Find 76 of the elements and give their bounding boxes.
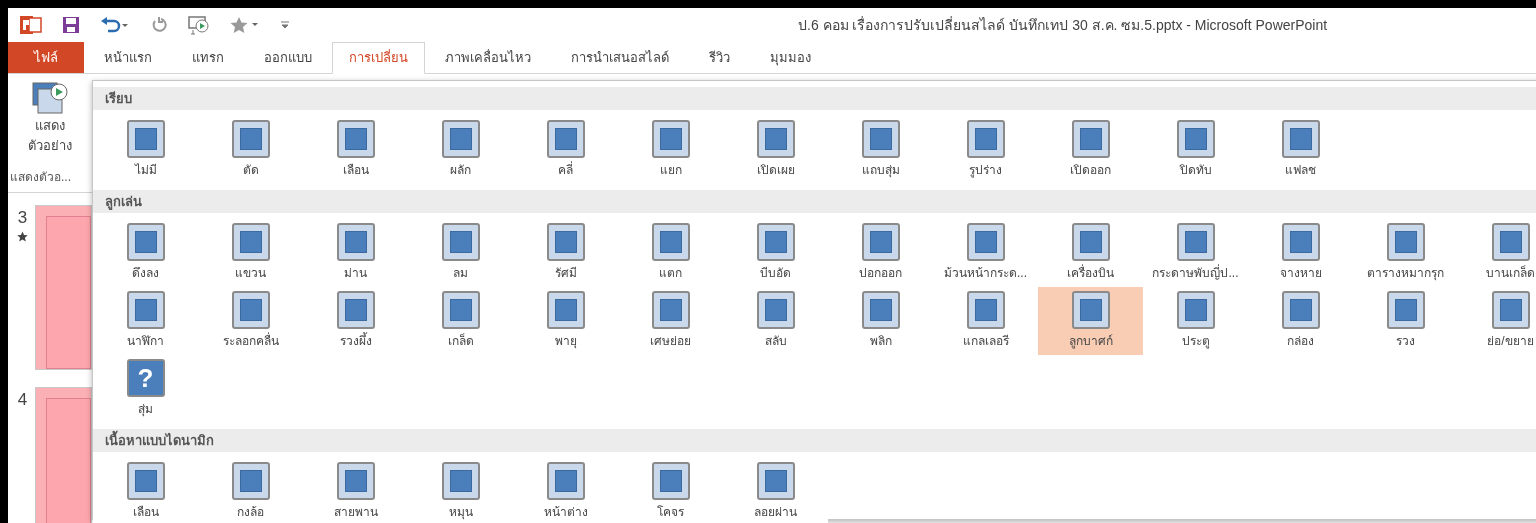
transition-thumbnail-icon (651, 462, 690, 500)
transition-thumbnail-icon (231, 291, 270, 329)
transition-thumbnail-icon (126, 291, 165, 329)
transition-thumbnail-icon (756, 291, 795, 329)
transition-thumbnail-icon (1386, 291, 1425, 329)
customize-menu-icon[interactable] (280, 19, 290, 31)
transition-thumbnail-icon (1071, 223, 1110, 261)
transition-thumbnail-icon (1176, 291, 1215, 329)
ribbon-tab[interactable]: ออกแบบ (244, 42, 332, 73)
transition-option[interactable]: ลูกบาศก์ (1038, 287, 1143, 355)
ribbon-tab[interactable]: การเปลี่ยน (332, 42, 425, 74)
transition-thumbnail-icon (1071, 291, 1110, 329)
slide-number: 4 (17, 389, 28, 411)
transition-thumbnail-icon (231, 120, 270, 158)
transition-thumbnail-icon (336, 462, 375, 500)
transition-thumbnail-icon (441, 462, 480, 500)
save-icon[interactable] (62, 16, 80, 34)
transition-thumbnail-icon (441, 223, 480, 261)
ribbon-tab[interactable]: หน้าแรก (84, 42, 172, 73)
ribbon-tab[interactable]: แทรก (172, 42, 244, 73)
transition-thumbnail-icon (1071, 120, 1110, 158)
transition-thumbnail-icon (1386, 223, 1425, 261)
transition-thumbnail-icon (861, 223, 900, 261)
section-header: เนื้อหาแบบไดนามิก (93, 429, 1536, 452)
question-mark-icon: ? (126, 359, 165, 397)
transition-thumbnail-icon (966, 120, 1005, 158)
transition-thumbnail-icon (126, 462, 165, 500)
transition-thumbnail-icon (336, 291, 375, 329)
ribbon-tab[interactable]: มุมมอง (750, 42, 831, 73)
transition-thumbnail-icon (966, 291, 1005, 329)
transition-thumbnail-icon (546, 120, 585, 158)
slide-thumbnail[interactable] (35, 387, 92, 523)
transition-thumbnail-icon (651, 223, 690, 261)
section-header: เรียบ (93, 87, 1536, 110)
undo-icon[interactable] (100, 16, 130, 34)
transition-thumbnail-icon (441, 120, 480, 158)
transition-thumbnail-icon (231, 462, 270, 500)
transition-thumbnail-icon (756, 120, 795, 158)
slide-number: 3 (17, 207, 28, 229)
transition-thumbnail-icon (1491, 223, 1530, 261)
transition-thumbnail-icon (756, 223, 795, 261)
window-title: ป.6 คอม เรื่องการปรับเปลี่ยนสไลด์ บันทึกเทป 30 ส.ค. ซม.5.pptx - Microsoft PowerPoint (798, 15, 1328, 35)
transition-thumbnail-icon (126, 120, 165, 158)
transition-thumbnail-icon (966, 223, 1005, 261)
transition-thumbnail-icon (756, 462, 795, 500)
transition-thumbnail-icon (1491, 291, 1530, 329)
transition-thumbnail-icon (441, 291, 480, 329)
transition-thumbnail-icon (651, 120, 690, 158)
slide-thumbnail[interactable] (35, 205, 92, 370)
transition-thumbnail-icon (1176, 223, 1215, 261)
ribbon-tab[interactable]: การนำเสนอสไลด์ (551, 42, 689, 73)
section-header: ลูกเล่น (93, 190, 1536, 213)
transition-thumbnail-icon (1281, 120, 1320, 158)
transition-thumbnail-icon (336, 120, 375, 158)
redo-icon[interactable] (150, 16, 168, 34)
star-icon[interactable] (230, 16, 260, 34)
ribbon-tab[interactable]: ภาพเคลื่อนไหว (425, 42, 551, 73)
transition-thumbnail-icon (861, 291, 900, 329)
powerpoint-logo-icon[interactable] (20, 15, 42, 35)
transition-thumbnail-icon (126, 223, 165, 261)
transition-thumbnail-icon (1281, 291, 1320, 329)
transition-thumbnail-icon (861, 120, 900, 158)
transition-thumbnail-icon (231, 223, 270, 261)
transition-thumbnail-icon (336, 223, 375, 261)
transition-thumbnail-icon (546, 462, 585, 500)
ribbon-tab[interactable]: รีวิว (689, 42, 750, 73)
preview-slides-icon (32, 82, 68, 116)
transition-thumbnail-icon (546, 223, 585, 261)
transition-thumbnail-icon (546, 291, 585, 329)
ribbon-tab[interactable]: ไฟล์ (8, 42, 84, 73)
transition-thumbnail-icon (1281, 223, 1320, 261)
slideshow-icon[interactable] (188, 15, 210, 35)
transition-option[interactable]: เลือน (93, 458, 198, 523)
preview-button[interactable]: แสดง ตัวอย่าง (8, 74, 92, 168)
transition-thumbnail-icon (1176, 120, 1215, 158)
transition-thumbnail-icon (651, 291, 690, 329)
